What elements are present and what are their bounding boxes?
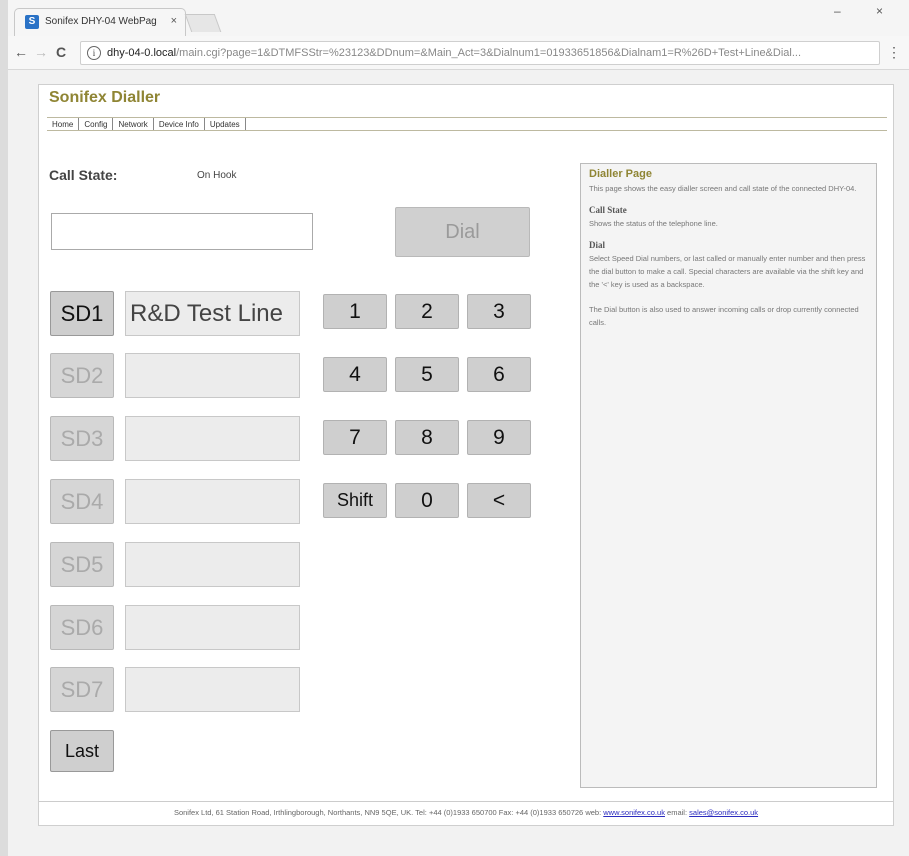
sonifex-favicon-icon: S [25, 15, 39, 29]
tab-title: Sonifex DHY-04 WebPag [45, 16, 157, 27]
url-host: dhy-04-0.local [107, 47, 177, 59]
info-icon[interactable]: i [87, 46, 101, 60]
new-tab-button[interactable] [184, 14, 222, 32]
key-shift[interactable]: Shift [323, 483, 387, 518]
sd4-button[interactable]: SD4 [50, 479, 114, 524]
key-2[interactable]: 2 [395, 294, 459, 329]
footer-email-label: email: [667, 808, 688, 817]
key-4[interactable]: 4 [323, 357, 387, 392]
key-9[interactable]: 9 [467, 420, 531, 455]
dialler-page: Sonifex Dialler Home Config Network Devi… [38, 84, 894, 826]
footer-email-link[interactable]: sales@sonifex.co.uk [689, 808, 758, 817]
browser-window: S Sonifex DHY-04 WebPag × – × ← → C i dh… [8, 0, 909, 856]
tab-close-icon[interactable]: × [171, 15, 177, 27]
key-8[interactable]: 8 [395, 420, 459, 455]
help-heading-call-state: Call State [589, 205, 627, 215]
url-text[interactable]: dhy-04-0.local/main.cgi?page=1&DTMFSStr=… [107, 47, 875, 59]
sd4-name-field[interactable] [125, 479, 300, 524]
url-path: /main.cgi?page=1&DTMFSStr=%23123&DDnum=&… [176, 47, 802, 59]
key-3[interactable]: 3 [467, 294, 531, 329]
nav-network[interactable]: Network [113, 118, 154, 130]
nav-home[interactable]: Home [47, 118, 80, 130]
key-5[interactable]: 5 [395, 357, 459, 392]
nav-bar: Home Config Network Device Info Updates [47, 117, 887, 131]
sd2-name-field[interactable] [125, 353, 300, 398]
sd3-button[interactable]: SD3 [50, 416, 114, 461]
sd6-name-field[interactable] [125, 605, 300, 650]
key-1[interactable]: 1 [323, 294, 387, 329]
call-state-value: On Hook [197, 170, 237, 181]
reload-icon[interactable]: C [56, 44, 66, 60]
window-close-icon[interactable]: × [876, 4, 883, 18]
browser-tab[interactable]: S Sonifex DHY-04 WebPag × [14, 8, 186, 36]
nav-device-info[interactable]: Device Info [154, 118, 205, 130]
last-button[interactable]: Last [50, 730, 114, 772]
sd1-button[interactable]: SD1 [50, 291, 114, 336]
help-panel: Dialler Page This page shows the easy di… [580, 163, 877, 788]
key-7[interactable]: 7 [323, 420, 387, 455]
sd6-button[interactable]: SD6 [50, 605, 114, 650]
minimize-icon[interactable]: – [834, 4, 841, 18]
footer-web-link[interactable]: www.sonifex.co.uk [603, 808, 665, 817]
help-text-dial: Select Speed Dial numbers, or last calle… [589, 254, 866, 289]
help-intro: This page shows the easy dialler screen … [589, 184, 857, 193]
nav-config[interactable]: Config [79, 118, 114, 130]
help-text-dial-answer: The Dial button is also used to answer i… [589, 305, 859, 327]
sd2-button[interactable]: SD2 [50, 353, 114, 398]
help-heading-dial: Dial [589, 240, 606, 250]
sd3-name-field[interactable] [125, 416, 300, 461]
call-state-label: Call State: [49, 167, 118, 183]
help-text-call-state: Shows the status of the telephone line. [589, 219, 718, 228]
browser-toolbar: ← → C i dhy-04-0.local/main.cgi?page=1&D… [8, 36, 909, 70]
help-title: Dialler Page [589, 168, 652, 180]
tab-strip: S Sonifex DHY-04 WebPag × – × [8, 0, 909, 36]
address-bar[interactable]: i dhy-04-0.local/main.cgi?page=1&DTMFSSt… [80, 41, 880, 65]
back-arrow-icon[interactable]: ← [14, 44, 28, 60]
sd7-name-field[interactable] [125, 667, 300, 712]
nav-updates[interactable]: Updates [205, 118, 246, 130]
footer-address: Sonifex Ltd, 61 Station Road, Irthlingbo… [173, 808, 602, 817]
forward-arrow-icon[interactable]: → [34, 44, 48, 60]
key-6[interactable]: 6 [467, 357, 531, 392]
key-backspace[interactable]: < [467, 483, 531, 518]
dial-number-input[interactable] [51, 213, 313, 250]
dial-button[interactable]: Dial [395, 207, 530, 257]
sd5-name-field[interactable] [125, 542, 300, 587]
sd7-button[interactable]: SD7 [50, 667, 114, 712]
sd5-button[interactable]: SD5 [50, 542, 114, 587]
footer: Sonifex Ltd, 61 Station Road, Irthlingbo… [39, 801, 893, 825]
app-title: Sonifex Dialler [49, 89, 161, 106]
key-0[interactable]: 0 [395, 483, 459, 518]
browser-menu-icon[interactable]: ⋮ [887, 44, 901, 61]
sd1-name-field[interactable]: R&D Test Line [125, 291, 300, 336]
